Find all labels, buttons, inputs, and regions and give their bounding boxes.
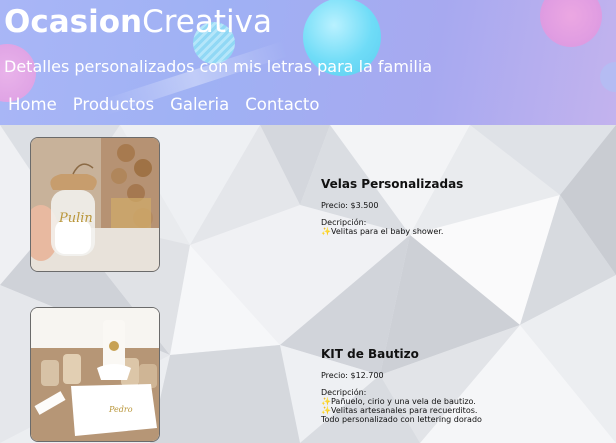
description-line: ✨Velitas artesanales para recuerditos. [321,406,478,415]
site-title-light: Creativa [142,4,272,40]
svg-text:Pedro: Pedro [108,405,133,414]
site-title: OcasionCreativa [4,4,272,40]
description-line: Todo personalizado con lettering dorado [321,415,482,424]
product-info: Velas Personalizadas Precio: $3.500 Decr… [321,177,463,236]
nav-item-contacto[interactable]: Contacto [237,95,327,114]
sparkle-icon: ✨ [321,227,331,236]
svg-text:Pulin: Pulin [58,211,93,226]
candle-jar-photo[interactable]: Pulin [30,137,160,272]
decorative-bubble [600,62,616,92]
sparkle-icon: ✨ [321,397,331,406]
sparkle-icon: ✨ [321,406,331,415]
nav-item-galeria[interactable]: Galeria [162,95,237,114]
baptism-kit-photo[interactable]: Pedro [30,307,160,442]
product-price: Precio: $12.700 [321,371,384,380]
description-label: Decripción: [321,218,367,227]
nav-item-productos[interactable]: Productos [65,95,162,114]
product-name: KIT de Bautizo [321,347,419,361]
main-nav: Home Productos Galeria Contacto [0,95,328,114]
site-header: OcasionCreativa Detalles personalizados … [0,0,616,125]
product-info: KIT de Bautizo Precio: $12.700 Decripció… [321,347,482,424]
product-price: Precio: $3.500 [321,201,379,210]
decorative-bubble [540,0,602,47]
nav-item-home[interactable]: Home [0,95,65,114]
product-name: Velas Personalizadas [321,177,464,191]
description-line: ✨Velitas para el baby shower. [321,227,444,236]
site-tagline: Detalles personalizados con mis letras p… [4,57,433,76]
description-label: Decripción: [321,388,367,397]
site-title-bold: Ocasion [4,4,143,40]
description-line: ✨Pañuelo, cirio y una vela de bautizo. [321,397,476,406]
products-section: Pulin Velas Personalizadas Precio: $3.50… [0,125,616,443]
